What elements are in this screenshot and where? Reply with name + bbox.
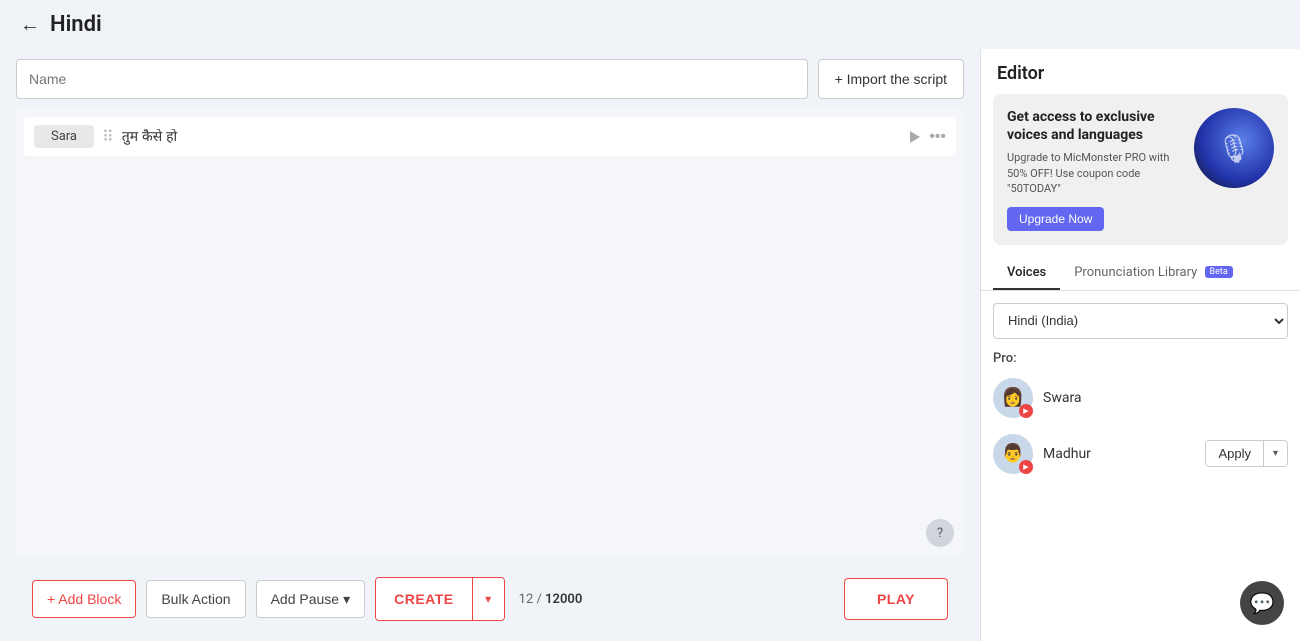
- promo-image: 🎙: [1194, 108, 1274, 188]
- char-count: 12 / 12000: [519, 592, 583, 607]
- row-more-button[interactable]: •••: [929, 128, 946, 146]
- chevron-down-icon: ▾: [343, 591, 350, 608]
- create-button[interactable]: CREATE: [376, 578, 472, 620]
- beta-badge: Beta: [1205, 266, 1233, 278]
- voice-item-swara[interactable]: 👩 ▶ Swara: [981, 370, 1300, 426]
- help-icon[interactable]: ?: [926, 519, 954, 547]
- apply-button[interactable]: Apply: [1206, 441, 1263, 466]
- upgrade-button[interactable]: Upgrade Now: [1007, 207, 1104, 231]
- promo-title: Get access to exclusive voices and langu…: [1007, 108, 1182, 144]
- bottom-toolbar: + Add Block Bulk Action Add Pause ▾ CREA…: [16, 567, 964, 631]
- script-row: Sara ⠿ •••: [24, 117, 956, 156]
- drag-handle-icon[interactable]: ⠿: [102, 127, 114, 146]
- promo-card: Get access to exclusive voices and langu…: [993, 94, 1288, 245]
- tab-voices[interactable]: Voices: [993, 257, 1060, 290]
- chat-icon: 💬: [1250, 591, 1275, 615]
- speaker-badge[interactable]: Sara: [34, 125, 94, 148]
- name-input[interactable]: [16, 59, 808, 99]
- create-button-group: CREATE ▾: [375, 577, 505, 621]
- voice-item-madhur[interactable]: 👨 ▶ Madhur Apply ▾: [981, 426, 1300, 482]
- page-title: Hindi: [50, 12, 102, 37]
- left-panel: + Import the script Sara ⠿ ••• ? + Add B…: [0, 49, 980, 641]
- apply-dropdown-button[interactable]: ▾: [1263, 441, 1287, 466]
- main-content: + Import the script Sara ⠿ ••• ? + Add B…: [0, 49, 1300, 641]
- name-row: + Import the script: [16, 59, 964, 99]
- import-script-button[interactable]: + Import the script: [818, 59, 964, 99]
- script-area: Sara ⠿ ••• ?: [16, 109, 964, 557]
- header: ← Hindi: [0, 0, 1300, 49]
- script-text-input[interactable]: [122, 129, 899, 145]
- apply-button-group: Apply ▾: [1205, 440, 1288, 467]
- promo-desc: Upgrade to MicMonster PRO with 50% OFF! …: [1007, 150, 1182, 196]
- language-select[interactable]: Hindi (India) Hindi (Standard): [993, 303, 1288, 339]
- bulk-action-button[interactable]: Bulk Action: [146, 580, 245, 618]
- swara-name: Swara: [1043, 390, 1288, 406]
- madhur-avatar: 👨 ▶: [993, 434, 1033, 474]
- add-block-button[interactable]: + Add Block: [32, 580, 136, 618]
- row-play-button[interactable]: [907, 130, 921, 144]
- create-dropdown-button[interactable]: ▾: [472, 578, 504, 620]
- pro-label: Pro:: [981, 345, 1300, 370]
- promo-text: Get access to exclusive voices and langu…: [1007, 108, 1182, 231]
- tab-pronunciation-library[interactable]: Pronunciation Library Beta: [1060, 257, 1247, 290]
- chat-fab-button[interactable]: 💬: [1240, 581, 1284, 625]
- madhur-play-dot[interactable]: ▶: [1019, 460, 1033, 474]
- mic-icon: 🎙: [1216, 132, 1252, 165]
- back-button[interactable]: ←: [20, 12, 40, 37]
- swara-play-dot[interactable]: ▶: [1019, 404, 1033, 418]
- play-button[interactable]: PLAY: [844, 578, 948, 620]
- add-pause-button[interactable]: Add Pause ▾: [256, 580, 366, 618]
- language-select-wrap: Hindi (India) Hindi (Standard): [981, 291, 1300, 345]
- right-panel: Editor Get access to exclusive voices an…: [980, 49, 1300, 641]
- editor-title: Editor: [981, 49, 1300, 94]
- swara-avatar: 👩 ▶: [993, 378, 1033, 418]
- madhur-name: Madhur: [1043, 446, 1195, 462]
- editor-tabs: Voices Pronunciation Library Beta: [981, 257, 1300, 291]
